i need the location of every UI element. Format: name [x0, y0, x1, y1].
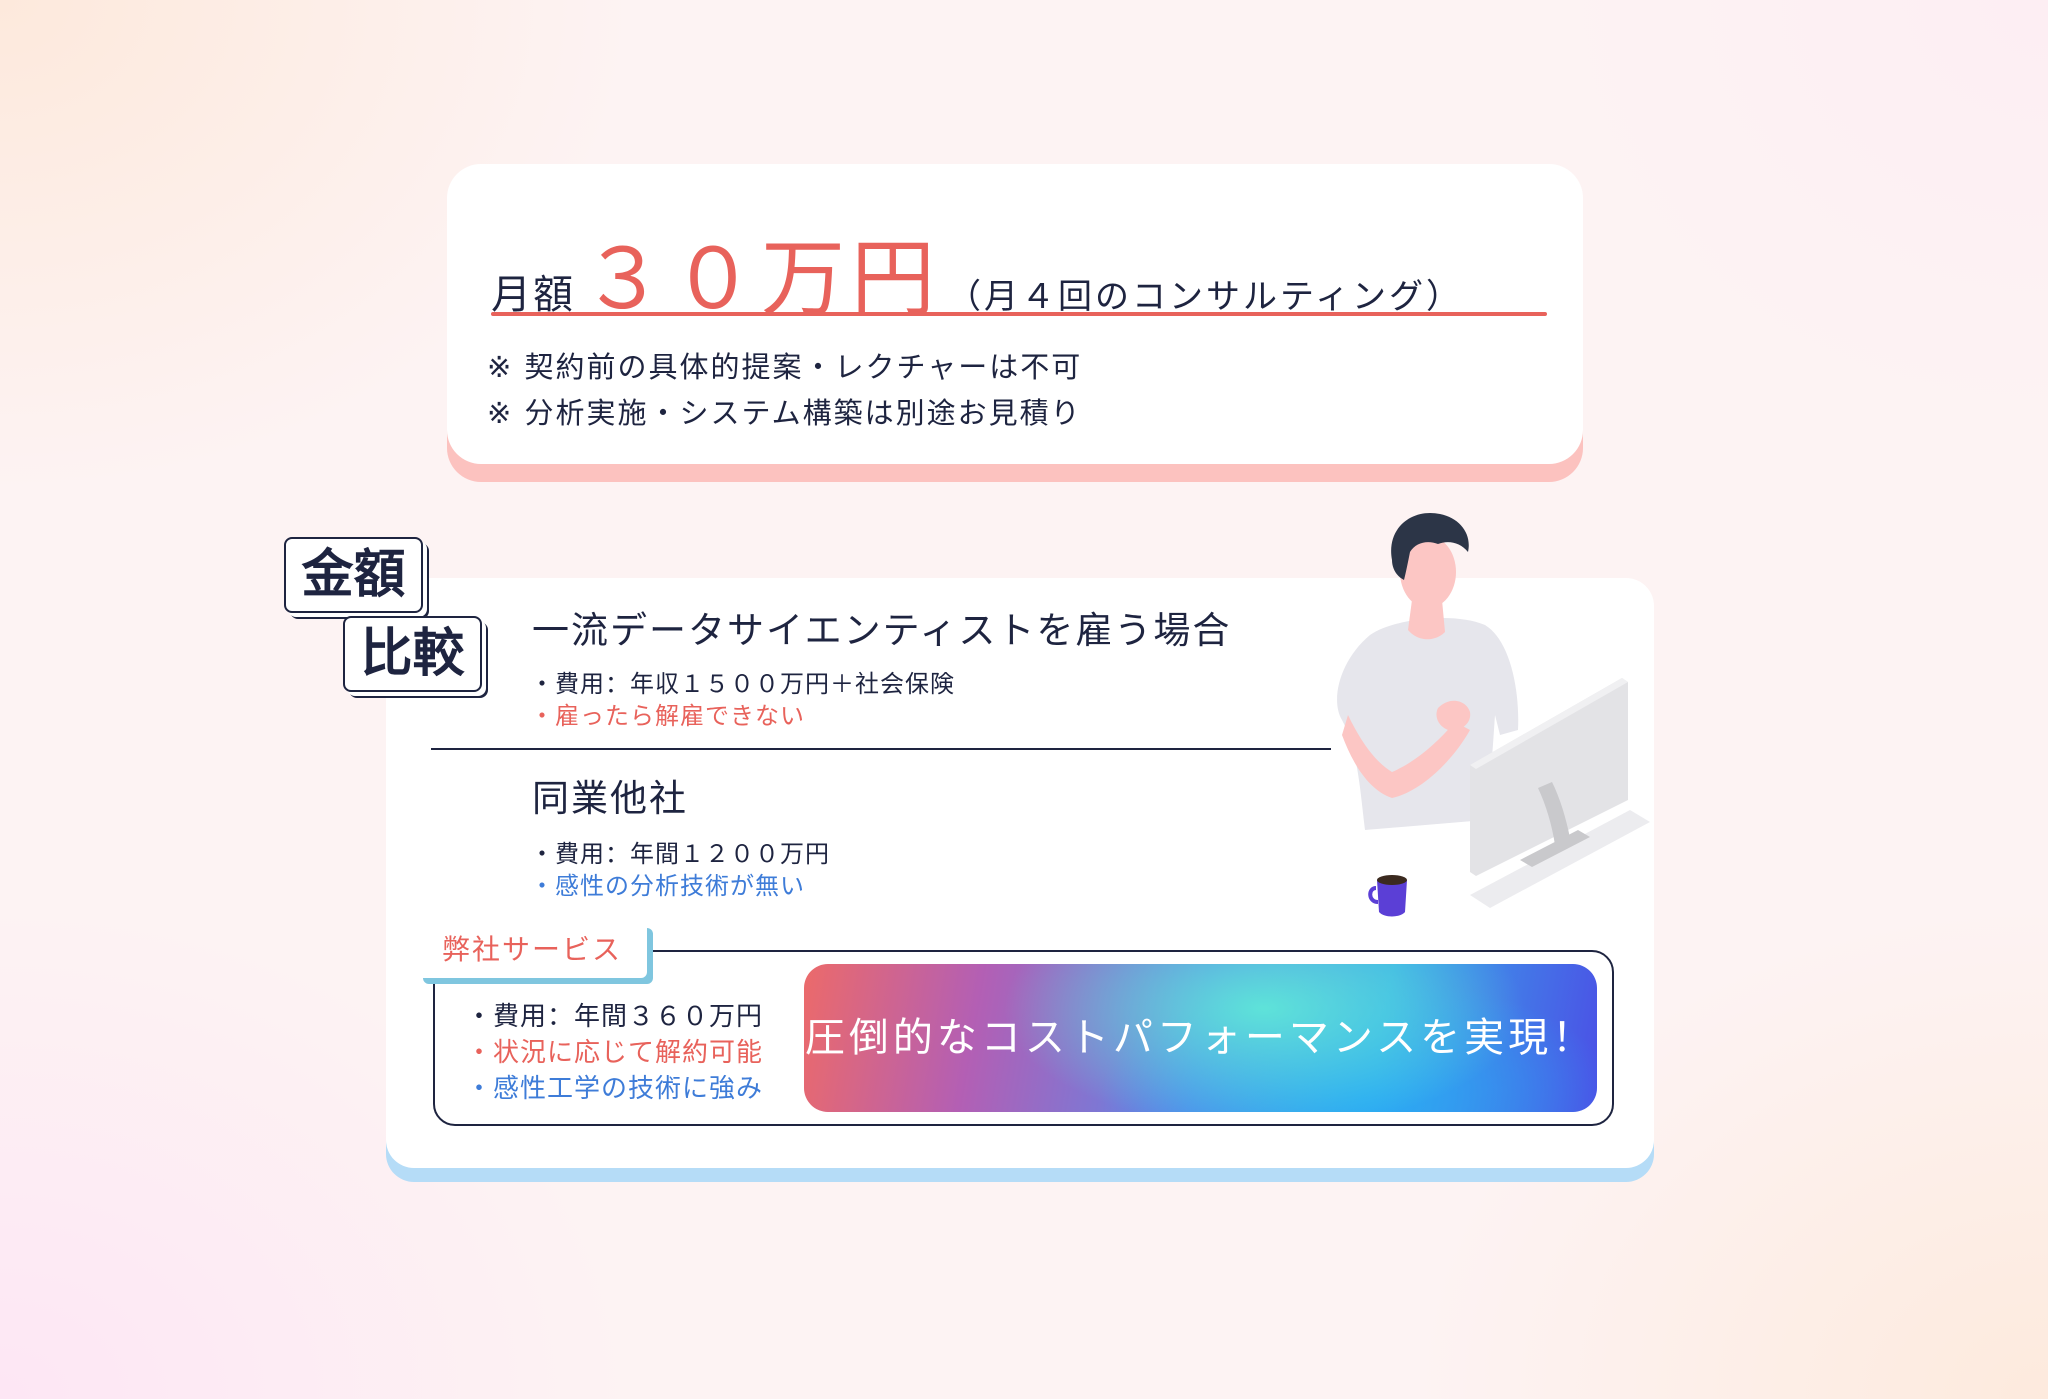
price-notes: ※ 契約前の具体的提案・レクチャーは不可 ※ 分析実施・システム構築は別途お見積… [487, 344, 1082, 436]
person-computer-illustration [1337, 512, 1650, 917]
service-benefit-kansei: ・感性工学の技術に強み [466, 1074, 764, 1104]
option2-cost: ・費用：年間１２００万円 [530, 840, 830, 868]
service-benefit-cancel: ・状況に応じて解約可能 [466, 1038, 764, 1068]
comparison-divider [431, 748, 1331, 750]
option1-title: 一流データサイエンティストを雇う場合 [532, 609, 1232, 652]
service-cost: ・費用：年間３６０万円 [466, 1002, 764, 1032]
price-note: （月４回のコンサルティング） [947, 277, 1463, 317]
tag-kingaku: 金額 [284, 537, 423, 613]
option1-drawback: ・雇ったら解雇できない [530, 702, 805, 730]
price-note-1: ※ 契約前の具体的提案・レクチャーは不可 [487, 350, 1083, 384]
cta-banner: 圧倒的なコストパフォーマンスを実現！ [804, 964, 1597, 1112]
price-note-2: ※ 分析実施・システム構築は別途お見積り [487, 396, 1082, 430]
option1-cost: ・費用：年収１５００万円＋社会保険 [530, 670, 955, 698]
price-card: 月額３０万円 （月４回のコンサルティング） ※ 契約前の具体的提案・レクチャーは不… [447, 164, 1583, 464]
service-tab: 弊社サービス [417, 922, 647, 978]
option2-title: 同業他社 [532, 777, 688, 820]
option2-drawback: ・感性の分析技術が無い [530, 872, 805, 900]
tag-hikaku: 比較 [343, 616, 482, 692]
price-divider [491, 312, 1547, 316]
